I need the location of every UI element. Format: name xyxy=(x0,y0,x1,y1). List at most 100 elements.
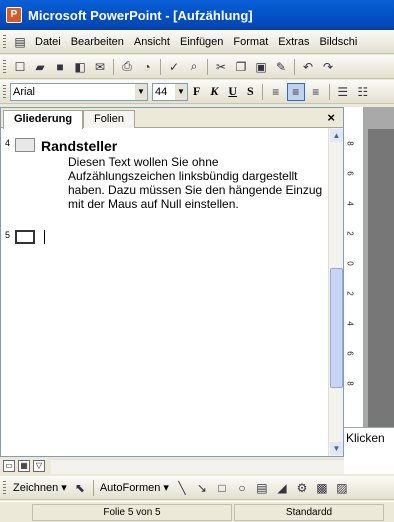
window-title: Microsoft PowerPoint - [Aufzählung] xyxy=(28,7,253,23)
view-buttons-bar: ▭ ▦ ▽ xyxy=(0,458,344,474)
outline-slide-4[interactable]: 4 Randsteller xyxy=(5,138,117,154)
scroll-down-icon[interactable]: ▼ xyxy=(330,442,343,455)
menu-bildschirmpraesentation[interactable]: Bildschi xyxy=(314,36,362,48)
redo-icon[interactable]: ↷ xyxy=(319,58,337,76)
menu-format[interactable]: Format xyxy=(228,36,273,48)
clipart-icon[interactable]: ▩ xyxy=(313,479,331,497)
separator xyxy=(207,58,208,75)
notes-pane[interactable]: Klicken xyxy=(344,427,394,474)
diagram-icon[interactable]: ⚙ xyxy=(293,479,311,497)
email-icon[interactable]: ✉ xyxy=(91,58,109,76)
slide-icon[interactable] xyxy=(15,230,35,244)
textbox-icon[interactable]: ▤ xyxy=(253,479,271,497)
select-objects-icon[interactable]: ⬉ xyxy=(71,479,89,497)
title-bar[interactable]: P Microsoft PowerPoint - [Aufzählung] xyxy=(0,0,394,30)
open-icon[interactable]: ▰ xyxy=(31,58,49,76)
toolbar-grip[interactable] xyxy=(3,34,6,49)
formatting-toolbar: Arial ▼ 44 ▼ F K U S ≡ ≡ ≡ ☰ ☷ xyxy=(0,80,394,104)
font-size-value: 44 xyxy=(155,85,168,98)
menu-ansicht[interactable]: Ansicht xyxy=(129,36,175,48)
separator xyxy=(328,83,330,100)
paste-icon[interactable]: ▣ xyxy=(252,58,270,76)
undo-icon[interactable]: ↶ xyxy=(299,58,317,76)
standard-toolbar: ☐ ▰ ■ ◧ ✉ ⎙ ◔ ✓ ⌕ ✂ ❐ ▣ ✎ ↶ ↷ xyxy=(0,55,394,79)
separator xyxy=(160,58,161,75)
scroll-up-icon[interactable]: ▲ xyxy=(330,129,343,142)
numbering-icon[interactable]: ☰ xyxy=(334,83,352,101)
tab-gliederung[interactable]: Gliederung xyxy=(3,110,84,129)
toolbar-grip[interactable] xyxy=(3,480,6,495)
bullets-icon[interactable]: ☷ xyxy=(354,83,372,101)
shadow-button[interactable]: S xyxy=(242,84,259,99)
slide-body-text[interactable]: Diesen Text wollen Sie ohne Aufzählungsz… xyxy=(68,155,328,211)
slide-canvas[interactable] xyxy=(368,129,394,427)
font-size-select[interactable]: 44 ▼ xyxy=(152,82,188,101)
print-preview-icon[interactable]: ◔ xyxy=(138,58,156,76)
slide-icon[interactable] xyxy=(15,138,35,152)
ruler-label: 8 xyxy=(345,141,355,146)
ruler-label: 6 xyxy=(345,171,355,176)
font-name-value: Arial xyxy=(13,85,36,98)
powerpoint-icon: P xyxy=(6,7,22,23)
align-right-icon[interactable]: ≡ xyxy=(307,83,325,101)
vertical-scrollbar[interactable]: ▲ ▼ xyxy=(328,128,343,456)
underline-button[interactable]: U xyxy=(223,84,242,99)
slideshow-view-icon[interactable]: ▽ xyxy=(33,460,45,472)
copy-icon[interactable]: ❐ xyxy=(232,58,250,76)
menu-einfuegen[interactable]: Einfügen xyxy=(175,36,228,48)
horizontal-scrollbar[interactable] xyxy=(51,458,344,474)
text-cursor xyxy=(44,230,45,244)
print-icon[interactable]: ⎙ xyxy=(118,58,136,76)
slide-sorter-view-icon[interactable]: ▦ xyxy=(18,460,30,472)
bold-button[interactable]: F xyxy=(188,84,205,99)
document-menu-icon[interactable]: ▤ xyxy=(11,33,29,51)
close-icon[interactable]: × xyxy=(327,110,335,125)
toolbar-grip[interactable] xyxy=(3,59,6,74)
rectangle-icon[interactable]: □ xyxy=(213,479,231,497)
slide-number: 5 xyxy=(5,230,11,240)
pane-tabs: Gliederung Folien × xyxy=(1,108,343,129)
wordart-icon[interactable]: ◢ xyxy=(273,479,291,497)
menu-extras[interactable]: Extras xyxy=(273,36,314,48)
vertical-ruler: 8 6 4 2 0 2 4 6 8 xyxy=(344,107,364,427)
ruler-label: 8 xyxy=(345,381,355,386)
align-center-icon[interactable]: ≡ xyxy=(286,82,305,101)
permission-icon[interactable]: ◧ xyxy=(71,58,89,76)
ruler-label: 6 xyxy=(345,351,355,356)
new-icon[interactable]: ☐ xyxy=(11,58,29,76)
arrow-icon[interactable]: ↘ xyxy=(193,479,211,497)
menu-datei[interactable]: Datei xyxy=(30,36,66,48)
outline-slide-5[interactable]: 5 xyxy=(5,230,45,244)
status-slide-info: Folie 5 von 5 xyxy=(32,503,232,521)
format-painter-icon[interactable]: ✎ xyxy=(272,58,290,76)
scrollbar-thumb[interactable] xyxy=(330,268,343,388)
slide-title[interactable]: Randsteller xyxy=(41,138,117,154)
spelling-icon[interactable]: ✓ xyxy=(165,58,183,76)
ruler-label: 4 xyxy=(345,201,355,206)
separator xyxy=(294,58,295,75)
status-spacer xyxy=(0,504,30,521)
chevron-down-icon[interactable]: ▼ xyxy=(135,83,147,100)
ruler-label: 2 xyxy=(345,291,355,296)
chevron-down-icon[interactable]: ▼ xyxy=(175,83,187,100)
tab-folien[interactable]: Folien xyxy=(83,110,135,128)
draw-menu-button[interactable]: Zeichnen ▾ xyxy=(10,481,70,494)
ruler-label: 2 xyxy=(345,231,355,236)
line-icon[interactable]: ╲ xyxy=(173,479,191,497)
autoshapes-menu-button[interactable]: AutoFormen ▾ xyxy=(97,481,172,494)
oval-icon[interactable]: ○ xyxy=(233,479,251,497)
separator xyxy=(261,83,263,100)
toolbar-grip[interactable] xyxy=(3,84,6,99)
cut-icon[interactable]: ✂ xyxy=(212,58,230,76)
status-design: Standardd xyxy=(234,503,384,521)
insert-picture-icon[interactable]: ▨ xyxy=(333,479,351,497)
save-icon[interactable]: ■ xyxy=(51,58,69,76)
align-left-icon[interactable]: ≡ xyxy=(267,83,285,101)
slide-pane: 8 6 4 2 0 2 4 6 8 xyxy=(344,107,394,427)
italic-button[interactable]: K xyxy=(205,84,223,99)
research-icon[interactable]: ⌕ xyxy=(185,58,203,76)
normal-view-icon[interactable]: ▭ xyxy=(3,460,15,472)
font-name-select[interactable]: Arial ▼ xyxy=(10,82,148,101)
slide-number: 4 xyxy=(5,138,11,148)
menu-bearbeiten[interactable]: Bearbeiten xyxy=(66,36,129,48)
